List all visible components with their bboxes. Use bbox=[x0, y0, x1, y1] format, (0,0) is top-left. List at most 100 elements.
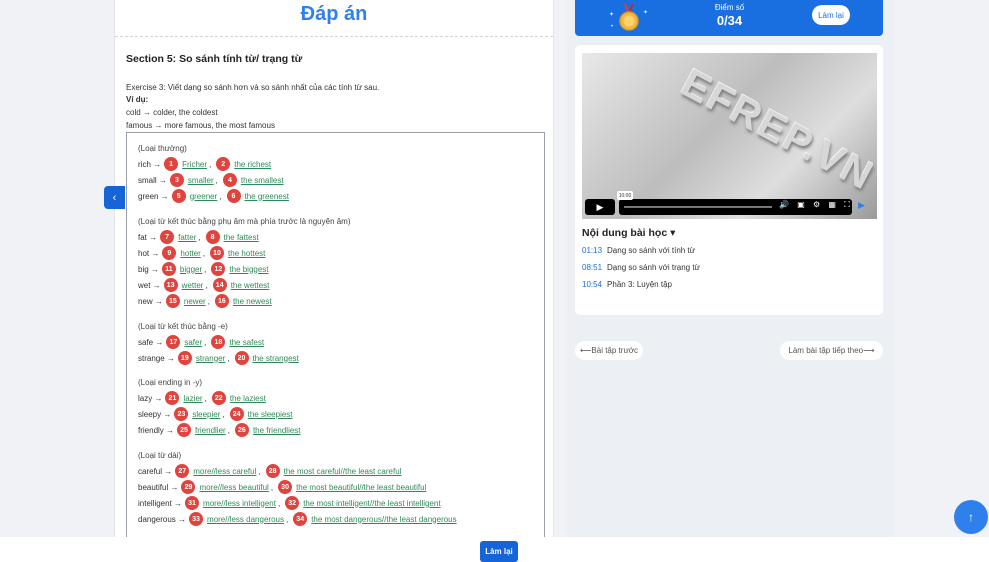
answer-row: fat → 7 fatter , 8 the fattest bbox=[138, 230, 259, 244]
retry-button[interactable]: Làm lại bbox=[812, 5, 850, 25]
answer-superlative: the sleepiest bbox=[247, 409, 293, 419]
collapse-sidebar-button[interactable]: ‹ bbox=[104, 186, 125, 209]
separator: , bbox=[215, 175, 218, 185]
separator: , bbox=[207, 296, 210, 306]
number-badge: 18 bbox=[211, 335, 226, 349]
volume-icon[interactable]: 🔊 bbox=[779, 200, 792, 209]
number-badge: 15 bbox=[165, 294, 180, 308]
play-button[interactable]: ▶ bbox=[585, 199, 615, 215]
lesson-timestamp[interactable]: 10:54 bbox=[582, 280, 602, 289]
number-badge: 29 bbox=[181, 480, 196, 494]
answer-row: friendly → 25 friendlier , 26 the friend… bbox=[138, 423, 301, 437]
answer-superlative: the most careful//the least careful bbox=[283, 466, 402, 476]
number-badge: 21 bbox=[165, 391, 180, 405]
answer-row: intelligent → 31 more//less intelligent … bbox=[138, 496, 441, 510]
answer-comparative: safer bbox=[184, 337, 203, 347]
base-word: small → bbox=[138, 175, 167, 185]
answer-superlative: the newest bbox=[232, 296, 272, 306]
answer-superlative: the smallest bbox=[240, 175, 284, 185]
base-word: hot → bbox=[138, 248, 160, 258]
group-label: (Loại từ kết thúc bằng phụ âm mà phía tr… bbox=[138, 217, 351, 226]
lesson-timestamp[interactable]: 01:13 bbox=[582, 246, 602, 255]
fullscreen-icon[interactable]: ⛶ bbox=[844, 200, 853, 209]
answer-comparative: stranger bbox=[195, 353, 226, 363]
lesson-timestamp[interactable]: 08:51 bbox=[582, 263, 602, 272]
lesson-content-title: Nội dung bài học bbox=[582, 227, 668, 239]
answer-row: rich → 1 Fricher , 2 the richest bbox=[138, 157, 271, 171]
answer-comparative: smaller bbox=[187, 175, 214, 185]
separator: , bbox=[219, 191, 222, 201]
answer-row: careful → 27 more//less careful , 28 the… bbox=[138, 464, 401, 478]
separator: , bbox=[204, 264, 207, 274]
number-badge: 10 bbox=[210, 246, 225, 260]
scroll-to-top-button[interactable]: ↑ bbox=[954, 500, 988, 534]
base-word: big → bbox=[138, 264, 159, 274]
number-badge: 12 bbox=[211, 262, 226, 276]
bottom-retry-button[interactable]: Làm lại bbox=[480, 541, 518, 562]
base-word: rich → bbox=[138, 159, 162, 169]
answer-superlative: the fattest bbox=[223, 232, 259, 242]
answer-comparative: lazier bbox=[183, 393, 203, 403]
answer-row: new → 15 newer , 16 the newest bbox=[138, 294, 272, 308]
answer-comparative: wetter bbox=[181, 280, 204, 290]
answer-row: wet → 13 wetter , 14 the wettest bbox=[138, 278, 269, 292]
youtube-logo-icon[interactable]: ▶ bbox=[858, 200, 865, 211]
time-tooltip: 10:00 bbox=[617, 191, 633, 200]
lesson-item[interactable]: 08:51 Dạng so sánh với trạng từ bbox=[582, 263, 700, 272]
separator: , bbox=[202, 248, 206, 258]
number-badge: 3 bbox=[169, 173, 184, 187]
group-label: (Loại ending in -y) bbox=[138, 378, 203, 387]
answer-superlative: the most beautiful//the least beautiful bbox=[296, 482, 427, 492]
answer-superlative: the wettest bbox=[230, 280, 270, 290]
answer-comparative: newer bbox=[183, 296, 206, 306]
base-word: dangerous → bbox=[138, 514, 187, 524]
base-word: safe → bbox=[138, 337, 164, 347]
caret-down-icon: ▾ bbox=[670, 227, 676, 239]
separator: , bbox=[285, 514, 289, 524]
base-word: new → bbox=[138, 296, 163, 306]
answer-row: small → 3 smaller , 4 the smallest bbox=[138, 173, 284, 187]
answer-comparative: friendlier bbox=[195, 425, 226, 435]
number-badge: 23 bbox=[174, 407, 189, 421]
number-badge: 13 bbox=[163, 278, 178, 292]
next-exercise-button[interactable]: Làm bài tập tiếp theo⟶ bbox=[780, 341, 883, 360]
answer-comparative: greener bbox=[189, 191, 218, 201]
score-value: 0/34 bbox=[716, 13, 743, 28]
answer-superlative: the greenest bbox=[244, 191, 289, 201]
answer-superlative: the friendliest bbox=[252, 425, 301, 435]
lesson-item[interactable]: 01:13 Dạng so sánh với tính từ bbox=[582, 246, 695, 255]
number-badge: 22 bbox=[211, 391, 226, 405]
lesson-item[interactable]: 10:54 Phần 3: Luyện tập bbox=[582, 280, 672, 289]
video-watermark-logo: EFREP.VN bbox=[674, 61, 877, 199]
base-word: fat → bbox=[138, 232, 158, 242]
previous-exercise-button[interactable]: ⟵Bài tập trước bbox=[575, 341, 643, 360]
number-badge: 27 bbox=[175, 464, 190, 478]
separator: , bbox=[204, 337, 207, 347]
answer-row: green → 5 greener , 6 the greenest bbox=[138, 189, 289, 203]
example-label: Ví dụ: bbox=[126, 95, 149, 104]
answer-comparative: fatter bbox=[178, 232, 197, 242]
separator: , bbox=[205, 280, 208, 290]
number-badge: 30 bbox=[278, 480, 293, 494]
number-badge: 5 bbox=[171, 189, 186, 203]
captions-icon[interactable]: ▣ bbox=[797, 200, 808, 209]
separator: , bbox=[204, 393, 207, 403]
separator: , bbox=[198, 232, 201, 242]
video-progress-bar[interactable] bbox=[624, 206, 772, 208]
sparkle-icon: ✦ bbox=[643, 10, 649, 16]
answer-row: dangerous → 33 more//less dangerous , 34… bbox=[138, 512, 457, 526]
lesson-content-toggle[interactable]: Nội dung bài học ▾ bbox=[582, 227, 675, 239]
answer-superlative: the richest bbox=[234, 159, 272, 169]
miniplayer-icon[interactable]: ▦ bbox=[828, 200, 839, 209]
separator: , bbox=[258, 466, 261, 476]
separator: , bbox=[227, 353, 230, 363]
answer-row: beautiful → 29 more//less beautiful , 30… bbox=[138, 480, 426, 494]
answer-comparative: sleepier bbox=[192, 409, 221, 419]
number-badge: 14 bbox=[212, 278, 227, 292]
divider bbox=[115, 36, 553, 37]
medal-icon bbox=[619, 4, 639, 31]
number-badge: 32 bbox=[285, 496, 300, 510]
settings-icon[interactable]: ⚙ bbox=[813, 200, 823, 209]
number-badge: 1 bbox=[164, 157, 179, 171]
answer-comparative: more//less dangerous bbox=[207, 514, 284, 524]
